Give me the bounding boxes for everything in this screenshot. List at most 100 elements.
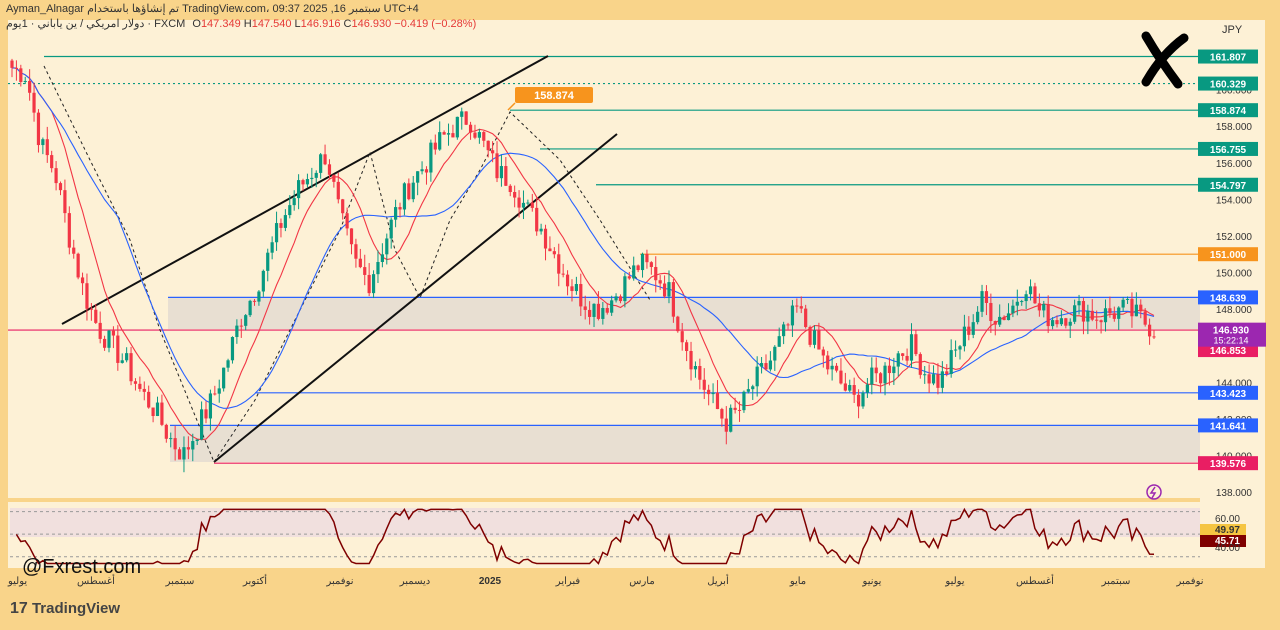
candle-body <box>230 337 235 361</box>
candle-body <box>909 334 914 361</box>
level-tag-text: 148.639 <box>1210 293 1247 304</box>
candle-body <box>177 449 182 460</box>
candle-body <box>1037 303 1041 311</box>
candle-body <box>601 307 605 319</box>
candle-body <box>588 309 592 317</box>
candle-body <box>720 409 724 419</box>
candle-body <box>50 155 54 169</box>
candle-body <box>658 280 662 284</box>
candle-body <box>385 238 389 255</box>
candle-body <box>1077 301 1081 306</box>
candle-body <box>367 274 371 294</box>
candle-body <box>213 393 217 395</box>
candle-body <box>133 381 138 384</box>
candle-body <box>751 386 755 390</box>
candle-body <box>742 391 746 411</box>
candle-body <box>76 253 80 278</box>
candle-body <box>169 438 173 440</box>
time-tick: مارس <box>629 576 654 587</box>
level-tag-text: 158.874 <box>1210 106 1247 117</box>
candle-body <box>685 342 689 352</box>
candle-body <box>834 365 839 371</box>
candle-body <box>446 133 451 135</box>
candle-body <box>297 180 301 199</box>
open-value: 147.349 <box>200 18 241 30</box>
time-tick: سبتمبر <box>1101 576 1131 587</box>
level-tag-text: 141.641 <box>1210 421 1247 432</box>
candle-body <box>1046 304 1050 327</box>
candle-body <box>310 177 314 180</box>
candle-body <box>464 111 468 125</box>
candle-body <box>14 67 19 69</box>
candle-body <box>645 253 649 263</box>
high-value: 147.540 <box>251 18 292 30</box>
candle-body <box>623 276 627 302</box>
candle-body <box>257 291 261 302</box>
candle-body <box>976 311 980 323</box>
candle-body <box>808 327 812 345</box>
candle-body <box>777 336 781 347</box>
candle-body <box>923 374 927 376</box>
tradingview-watermark: 17 TradingView <box>10 600 121 617</box>
candle-body <box>698 366 702 380</box>
candle-body <box>552 251 556 255</box>
candle-body <box>945 371 949 374</box>
candle-body <box>195 439 199 442</box>
o-label: O <box>192 18 201 30</box>
candle-body <box>336 181 340 200</box>
candle-body <box>764 363 768 370</box>
candle-body <box>36 112 41 146</box>
candle-body <box>191 441 195 450</box>
candle-body <box>266 252 270 271</box>
candle-body <box>116 335 120 363</box>
candle-body <box>543 228 548 249</box>
candle-body <box>817 330 821 350</box>
candle-body <box>605 307 609 313</box>
candle-body <box>327 164 332 175</box>
candle-body <box>786 324 790 326</box>
candle-body <box>147 391 151 408</box>
candle-body <box>583 306 587 310</box>
candle-body <box>1139 304 1143 312</box>
level-tag-text: 161.807 <box>1210 53 1247 64</box>
candle-body <box>1073 305 1077 322</box>
candle-body <box>680 331 684 343</box>
candle-body <box>848 385 852 391</box>
candle-body <box>579 284 583 307</box>
level-tag-text: 154.797 <box>1210 181 1247 192</box>
candle-body <box>535 207 539 232</box>
candle-body <box>526 202 530 204</box>
candle-body <box>416 171 420 183</box>
candle-body <box>1134 304 1138 317</box>
candle-body <box>1130 298 1134 317</box>
candle-body <box>1090 310 1094 320</box>
candle-body <box>953 349 958 351</box>
candle-body <box>402 183 407 210</box>
chart-header: Ayman_Alnagar تم إنشاؤها باستخدام Tradin… <box>6 2 476 30</box>
time-tick: نوفمبر <box>325 576 353 587</box>
candle-body <box>504 166 508 186</box>
candle-body <box>826 355 830 370</box>
candle-body <box>1059 318 1064 325</box>
candle-body <box>707 389 711 395</box>
candle-body <box>1002 316 1006 321</box>
candle-body <box>451 133 455 138</box>
candle-body <box>120 360 124 363</box>
candle-body <box>129 353 133 382</box>
candle-body <box>513 192 517 198</box>
candle-body <box>649 262 653 267</box>
candle-body <box>41 139 45 146</box>
time-tick: يونيو <box>862 576 882 587</box>
symbol-name[interactable]: دولار امريكي / ين ياباني · 1يوم · FXCM <box>6 18 185 30</box>
candle-body <box>1055 320 1059 325</box>
candle-body <box>235 325 239 338</box>
candle-body <box>261 270 265 292</box>
candle-body <box>54 168 58 184</box>
candle-body <box>80 277 85 284</box>
countdown-text: 15:22:14 <box>1213 336 1248 346</box>
candle-body <box>984 291 989 303</box>
candle-body <box>782 324 786 337</box>
candle-body <box>1015 301 1019 306</box>
time-tick: يوليو <box>944 576 964 587</box>
chart-canvas[interactable]: 60.0049.9745.7140.00 138.000140.000142.0… <box>0 0 1280 630</box>
